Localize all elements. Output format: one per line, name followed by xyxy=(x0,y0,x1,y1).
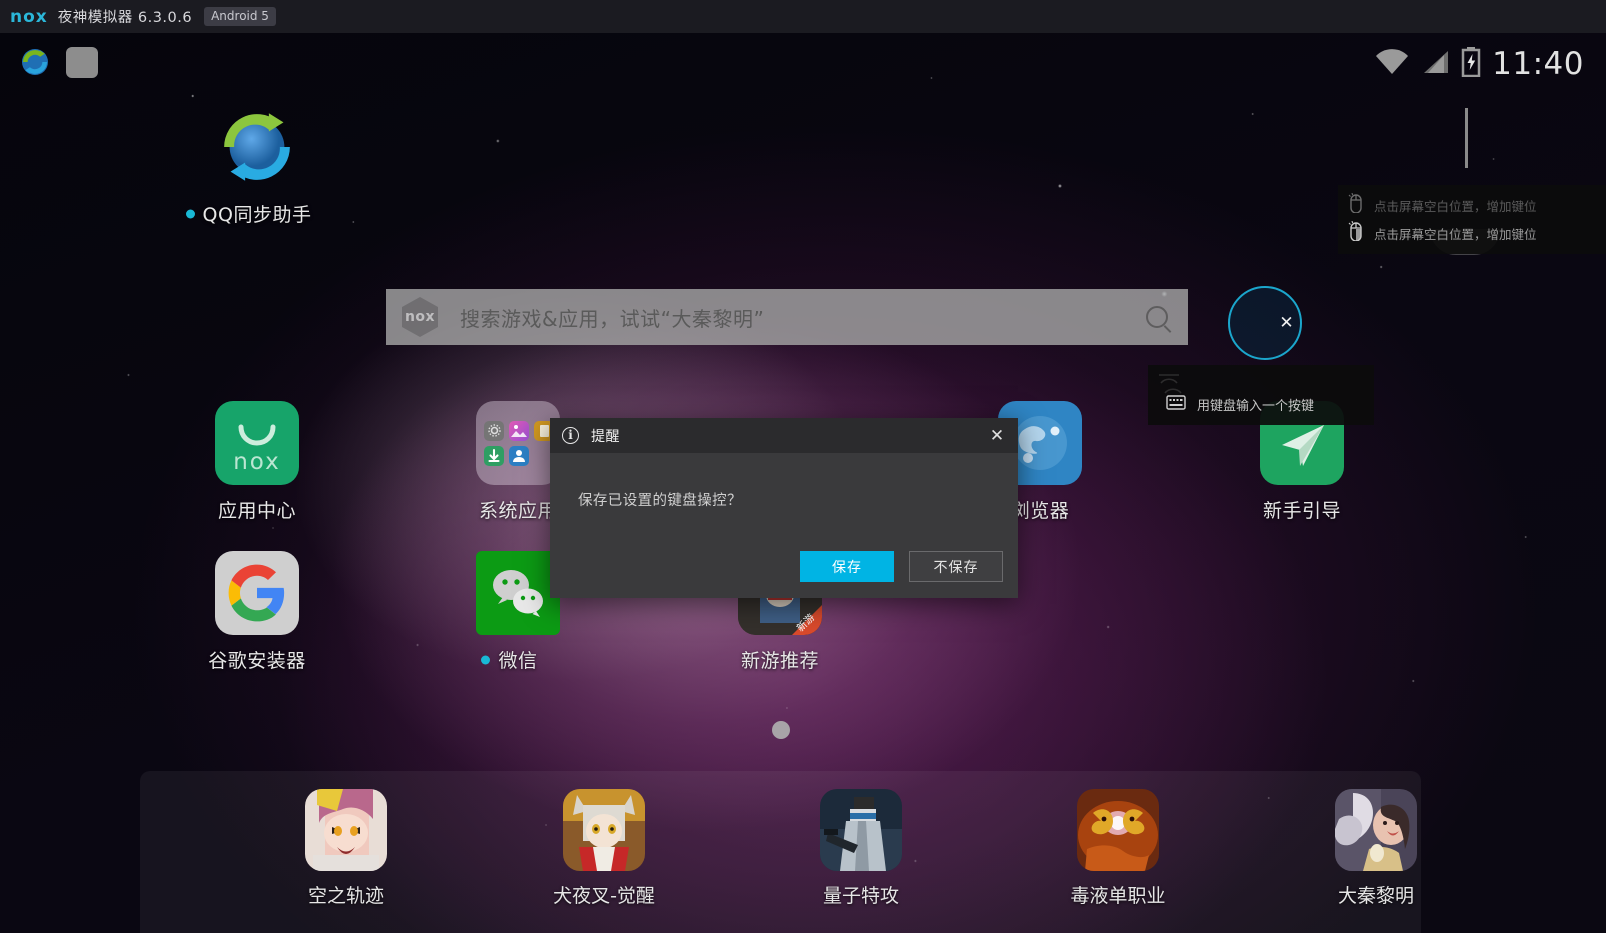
save-button[interactable]: 保存 xyxy=(800,551,894,582)
game-quanyecha-icon xyxy=(563,789,645,871)
dialog-button-row: 保存 不保存 xyxy=(800,551,1003,582)
new-badge-dot xyxy=(481,655,491,664)
wifi-icon xyxy=(1375,49,1409,79)
dialog-titlebar: i 提醒 ✕ xyxy=(550,418,1018,453)
dialog-message: 保存已设置的键盘操控？ xyxy=(578,493,742,509)
desktop-icon-qq-sync[interactable]: QQ同步助手 xyxy=(182,105,332,227)
wechat-icon xyxy=(476,551,560,635)
keymap-hint-text: 点击屏幕空白位置，增加键位 xyxy=(1374,226,1537,242)
dock-item-daqinliming[interactable]: 大秦黎明 xyxy=(1296,789,1456,908)
app-title: 夜神模拟器 6.3.0.6 xyxy=(57,10,193,26)
keymap-guide-line xyxy=(1465,108,1468,168)
status-clock: 11:40 xyxy=(1492,46,1584,82)
recents-icon[interactable] xyxy=(66,47,98,78)
game-duyedanzhiye-icon xyxy=(1077,789,1159,871)
info-icon: i xyxy=(562,427,579,444)
svg-text:nox: nox xyxy=(233,449,281,475)
signal-icon xyxy=(1420,49,1450,79)
game-kongzhiguiji-icon xyxy=(305,789,387,871)
app-dock: 空之轨迹 犬夜叉-觉醒 量子特攻 毒液单职业 大秦黎明 xyxy=(140,771,1421,933)
dock-item-duyedanzhiye[interactable]: 毒液单职业 xyxy=(1038,789,1198,908)
android-statusbar: 11:40 xyxy=(1375,33,1606,95)
emulator-screen[interactable]: 11:40 QQ同步助手 nox 应用中心 系统应用 浏览器 新手引导 谷歌安装… xyxy=(0,33,1606,933)
desktop-icon-label: QQ同步助手 xyxy=(185,200,312,227)
search-logo-text: nox xyxy=(404,309,436,325)
keymap-hint-row: 点击屏幕空白位置，增加键位 xyxy=(1348,191,1600,219)
confirm-dialog: i 提醒 ✕ 保存已设置的键盘操控？ 保存 不保存 xyxy=(550,418,1018,598)
android-version-badge: Android 5 xyxy=(204,7,276,26)
mouse-click-icon xyxy=(1348,192,1364,217)
search-icon[interactable] xyxy=(1146,306,1168,328)
desktop-icon-label: 微信 xyxy=(481,646,537,673)
downloads-icon xyxy=(484,445,504,466)
desktop-icon-label: 系统应用 xyxy=(478,500,557,522)
dock-item-label: 犬夜叉-觉醒 xyxy=(553,885,655,907)
game-daqinliming-icon xyxy=(1335,789,1417,871)
nox-hex-logo-icon: nox xyxy=(402,297,438,337)
emulator-titlebar: nox 夜神模拟器 6.3.0.6 Android 5 xyxy=(0,0,1606,33)
system-apps-folder-icon xyxy=(476,401,560,485)
mouse-click-icon xyxy=(1348,220,1364,245)
google-installer-icon xyxy=(215,551,299,635)
close-icon[interactable]: ✕ xyxy=(984,423,1010,449)
settings-icon xyxy=(484,420,504,441)
close-icon[interactable]: ✕ xyxy=(1277,314,1296,333)
desktop-icon-label: 浏览器 xyxy=(1010,500,1070,522)
nox-store-icon: nox xyxy=(215,401,299,485)
desktop-icon-google-installer[interactable]: 谷歌安装器 xyxy=(182,551,332,673)
page-indicator-dot[interactable] xyxy=(772,721,790,739)
desktop-icon-app-center[interactable]: nox 应用中心 xyxy=(182,401,332,523)
dock-item-label: 量子特攻 xyxy=(822,885,899,907)
contacts-icon xyxy=(509,445,529,466)
desktop-icon-label: 应用中心 xyxy=(217,500,296,522)
desktop-icon-label: 新手引导 xyxy=(1262,500,1341,522)
keymap-hint-panel: 点击屏幕空白位置，增加键位 点击屏幕空白位置，增加键位 xyxy=(1338,185,1606,254)
gallery-icon xyxy=(509,420,529,441)
desktop-icon-label: 谷歌安装器 xyxy=(208,650,306,672)
game-liangzitegong-icon xyxy=(820,789,902,871)
dock-item-liangzitegong[interactable]: 量子特攻 xyxy=(781,789,941,908)
search-bar[interactable]: nox 搜索游戏&应用，试试“大秦黎明” xyxy=(386,289,1188,345)
dock-item-quanyecha[interactable]: 犬夜叉-觉醒 xyxy=(524,789,684,908)
dock-item-label: 大秦黎明 xyxy=(1337,885,1414,907)
qq-sync-icon[interactable] xyxy=(18,45,52,79)
dock-item-label: 毒液单职业 xyxy=(1070,885,1166,907)
dock-item-kongzhiguiji[interactable]: 空之轨迹 xyxy=(266,789,426,908)
search-input[interactable]: 搜索游戏&应用，试试“大秦黎明” xyxy=(460,303,764,332)
dont-save-button[interactable]: 不保存 xyxy=(909,551,1003,582)
keymap-hint-row: 点击屏幕空白位置，增加键位 xyxy=(1348,219,1600,247)
keymap-hint-ghost xyxy=(1155,369,1215,409)
keymap-hint-text: 点击屏幕空白位置，增加键位 xyxy=(1374,198,1537,214)
dock-item-label: 空之轨迹 xyxy=(307,885,384,907)
new-badge-dot xyxy=(185,209,195,218)
desktop-icon-label: 新游推荐 xyxy=(740,650,819,672)
qq-sync-icon xyxy=(215,105,299,189)
nox-logo: nox xyxy=(10,6,48,27)
battery-charging-icon xyxy=(1461,47,1481,81)
dialog-title: 提醒 xyxy=(591,428,620,445)
